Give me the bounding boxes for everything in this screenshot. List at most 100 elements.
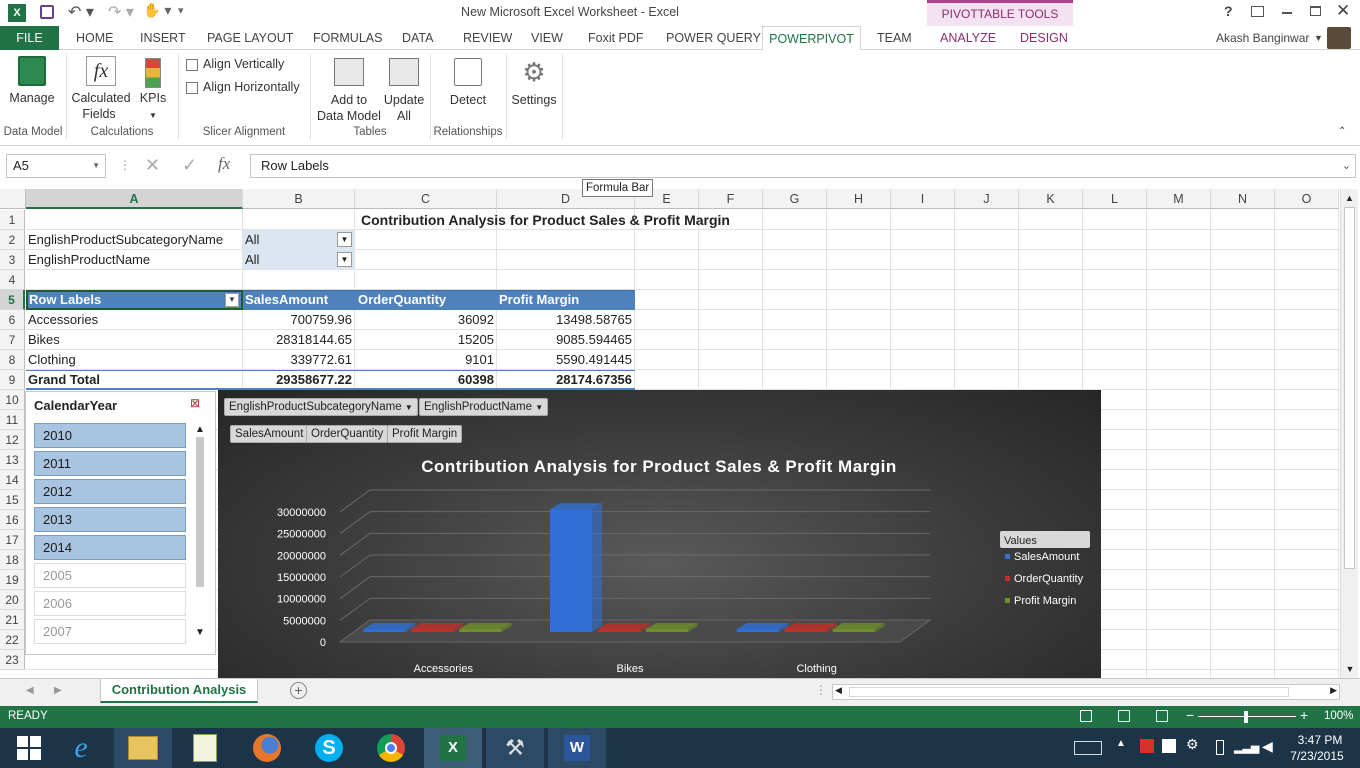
- tab-analyze[interactable]: ANALYZE: [940, 26, 996, 50]
- volume-icon[interactable]: ◀: [1262, 738, 1273, 755]
- tab-data[interactable]: DATA: [402, 26, 433, 50]
- row-header[interactable]: 1: [0, 210, 25, 230]
- detect-button[interactable]: Detect: [444, 54, 492, 110]
- tray-settings-icon[interactable]: ⚙: [1186, 736, 1199, 753]
- tab-insert[interactable]: INSERT: [140, 26, 186, 50]
- row-header[interactable]: 10: [0, 390, 25, 410]
- name-box[interactable]: A5 ▼: [6, 154, 106, 178]
- ribbon-display-icon[interactable]: [1251, 6, 1264, 17]
- tab-home[interactable]: HOME: [76, 26, 114, 50]
- chrome-icon[interactable]: [362, 728, 420, 768]
- customize-qat-icon[interactable]: ▾: [178, 4, 184, 17]
- header-sales[interactable]: SalesAmount: [245, 290, 328, 310]
- touch-mode-icon[interactable]: ✋ ▾: [143, 2, 171, 19]
- slicer-item-2010[interactable]: 2010: [34, 423, 186, 448]
- settings-button[interactable]: ⚙ Settings: [510, 54, 558, 110]
- tab-formulas[interactable]: FORMULAS: [313, 26, 382, 50]
- column-header[interactable]: M: [1147, 189, 1211, 209]
- battery-icon[interactable]: [1216, 740, 1224, 755]
- column-header[interactable]: A: [26, 189, 243, 209]
- kpis-button[interactable]: KPIs ▼: [138, 54, 168, 124]
- column-header[interactable]: O: [1275, 189, 1339, 209]
- collapse-ribbon-icon[interactable]: ⌃: [1338, 126, 1346, 137]
- cancel-entry-icon[interactable]: ✕: [145, 155, 160, 176]
- add-to-data-model-button[interactable]: Add to Data Model: [316, 54, 382, 124]
- grand-total-margin[interactable]: 28174.67356: [497, 370, 635, 390]
- pivot-qty-value[interactable]: 36092: [355, 310, 497, 330]
- tab-review[interactable]: REVIEW: [463, 26, 512, 50]
- row-header[interactable]: 12: [0, 430, 25, 450]
- filter1-dropdown-icon[interactable]: ▼: [337, 232, 352, 247]
- slicer-item-2014[interactable]: 2014: [34, 535, 186, 560]
- row-header[interactable]: 23: [0, 650, 25, 670]
- row-header[interactable]: 16: [0, 510, 25, 530]
- sheet-tab-contribution[interactable]: Contribution Analysis: [100, 679, 258, 703]
- vscroll-down-icon[interactable]: ▼: [1341, 660, 1359, 678]
- row-header[interactable]: 13: [0, 450, 25, 470]
- worksheet-grid[interactable]: ABCDEFGHIJKLMNO 1 2 3 4 5 6 7 8 9 10 11 12 13 14 15 16 1…: [0, 189, 1360, 678]
- close-icon[interactable]: ✕: [1336, 1, 1350, 21]
- file-explorer-icon[interactable]: [114, 728, 172, 768]
- column-header[interactable]: B: [243, 189, 355, 209]
- windows-start-icon[interactable]: [0, 728, 58, 768]
- keyboard-icon[interactable]: [1074, 741, 1102, 755]
- row-header[interactable]: 11: [0, 410, 25, 430]
- slicer-scrollbar[interactable]: ▲ ▼: [193, 424, 207, 646]
- tab-foxit-pdf[interactable]: Foxit PDF: [588, 26, 644, 50]
- row-header[interactable]: 9: [0, 370, 25, 390]
- column-header[interactable]: L: [1083, 189, 1147, 209]
- pivot-chart[interactable]: EnglishProductSubcategoryName ▼ EnglishP…: [218, 390, 1101, 678]
- pivot-margin-value[interactable]: 9085.594465: [497, 330, 635, 350]
- scroll-down-icon[interactable]: ▼: [193, 627, 207, 638]
- calculated-fields-button[interactable]: fx Calculated Fields: [71, 54, 131, 124]
- formula-input[interactable]: Row Labels ⌄: [250, 154, 1356, 178]
- avatar[interactable]: [1327, 27, 1351, 49]
- prev-sheet-icon[interactable]: ◀: [26, 685, 34, 696]
- pivot-margin-value[interactable]: 5590.491445: [497, 350, 635, 370]
- help-icon[interactable]: ?: [1224, 3, 1233, 19]
- update-all-button[interactable]: Update All: [382, 54, 426, 124]
- redo-icon[interactable]: ↷ ▾: [108, 2, 134, 22]
- hscroll-right-icon[interactable]: ▶: [1330, 685, 1337, 696]
- show-hidden-icons-icon[interactable]: ▲: [1116, 738, 1126, 749]
- scroll-up-icon[interactable]: ▲: [193, 424, 207, 435]
- insert-function-icon[interactable]: fx: [218, 154, 230, 174]
- column-header[interactable]: N: [1211, 189, 1275, 209]
- zoom-level[interactable]: 100%: [1324, 710, 1353, 722]
- manage-button[interactable]: Manage: [8, 54, 56, 114]
- filter1-label[interactable]: EnglishProductSubcategoryName: [28, 230, 242, 250]
- firefox-icon[interactable]: [238, 728, 296, 768]
- align-vertically-button[interactable]: Align Vertically: [186, 56, 284, 74]
- column-header[interactable]: G: [763, 189, 827, 209]
- tab-file[interactable]: FILE: [0, 26, 59, 50]
- row-header[interactable]: 15: [0, 490, 25, 510]
- minimize-icon[interactable]: [1282, 12, 1292, 14]
- row-header[interactable]: 5: [0, 290, 25, 310]
- tools-icon[interactable]: ⚒: [486, 728, 544, 768]
- row-header[interactable]: 21: [0, 610, 25, 630]
- hscroll-left-icon[interactable]: ◀: [835, 685, 842, 696]
- expand-formula-bar-icon[interactable]: ⌄: [1342, 155, 1351, 177]
- clear-filter-icon[interactable]: ⊠: [190, 396, 200, 410]
- row-header[interactable]: 22: [0, 630, 25, 650]
- row-labels-header[interactable]: Row Labels ▼: [26, 290, 243, 310]
- tray-windows-icon[interactable]: [1162, 739, 1176, 753]
- tray-acrobat-icon[interactable]: [1140, 739, 1154, 753]
- pivot-margin-value[interactable]: 13498.58765: [497, 310, 635, 330]
- confirm-entry-icon[interactable]: ✓: [182, 155, 197, 176]
- scroll-thumb[interactable]: [196, 437, 204, 587]
- column-header[interactable]: F: [699, 189, 763, 209]
- tab-power-query[interactable]: POWER QUERY: [666, 26, 761, 50]
- pivot-row-label[interactable]: Bikes: [26, 330, 243, 350]
- pivot-qty-value[interactable]: 9101: [355, 350, 497, 370]
- signal-icon[interactable]: ▂▃▅: [1234, 741, 1259, 754]
- undo-icon[interactable]: ↶ ▾: [68, 2, 94, 22]
- word-taskbar-icon[interactable]: W: [548, 728, 606, 768]
- slicer-item-2006[interactable]: 2006: [34, 591, 186, 616]
- tab-page-layout[interactable]: PAGE LAYOUT: [207, 26, 293, 50]
- grand-total-qty[interactable]: 60398: [355, 370, 497, 390]
- clock-date[interactable]: 7/23/2015: [1284, 749, 1350, 763]
- row-header[interactable]: 3: [0, 250, 25, 270]
- pivot-sales-value[interactable]: 28318144.65: [243, 330, 355, 350]
- row-header[interactable]: 8: [0, 350, 25, 370]
